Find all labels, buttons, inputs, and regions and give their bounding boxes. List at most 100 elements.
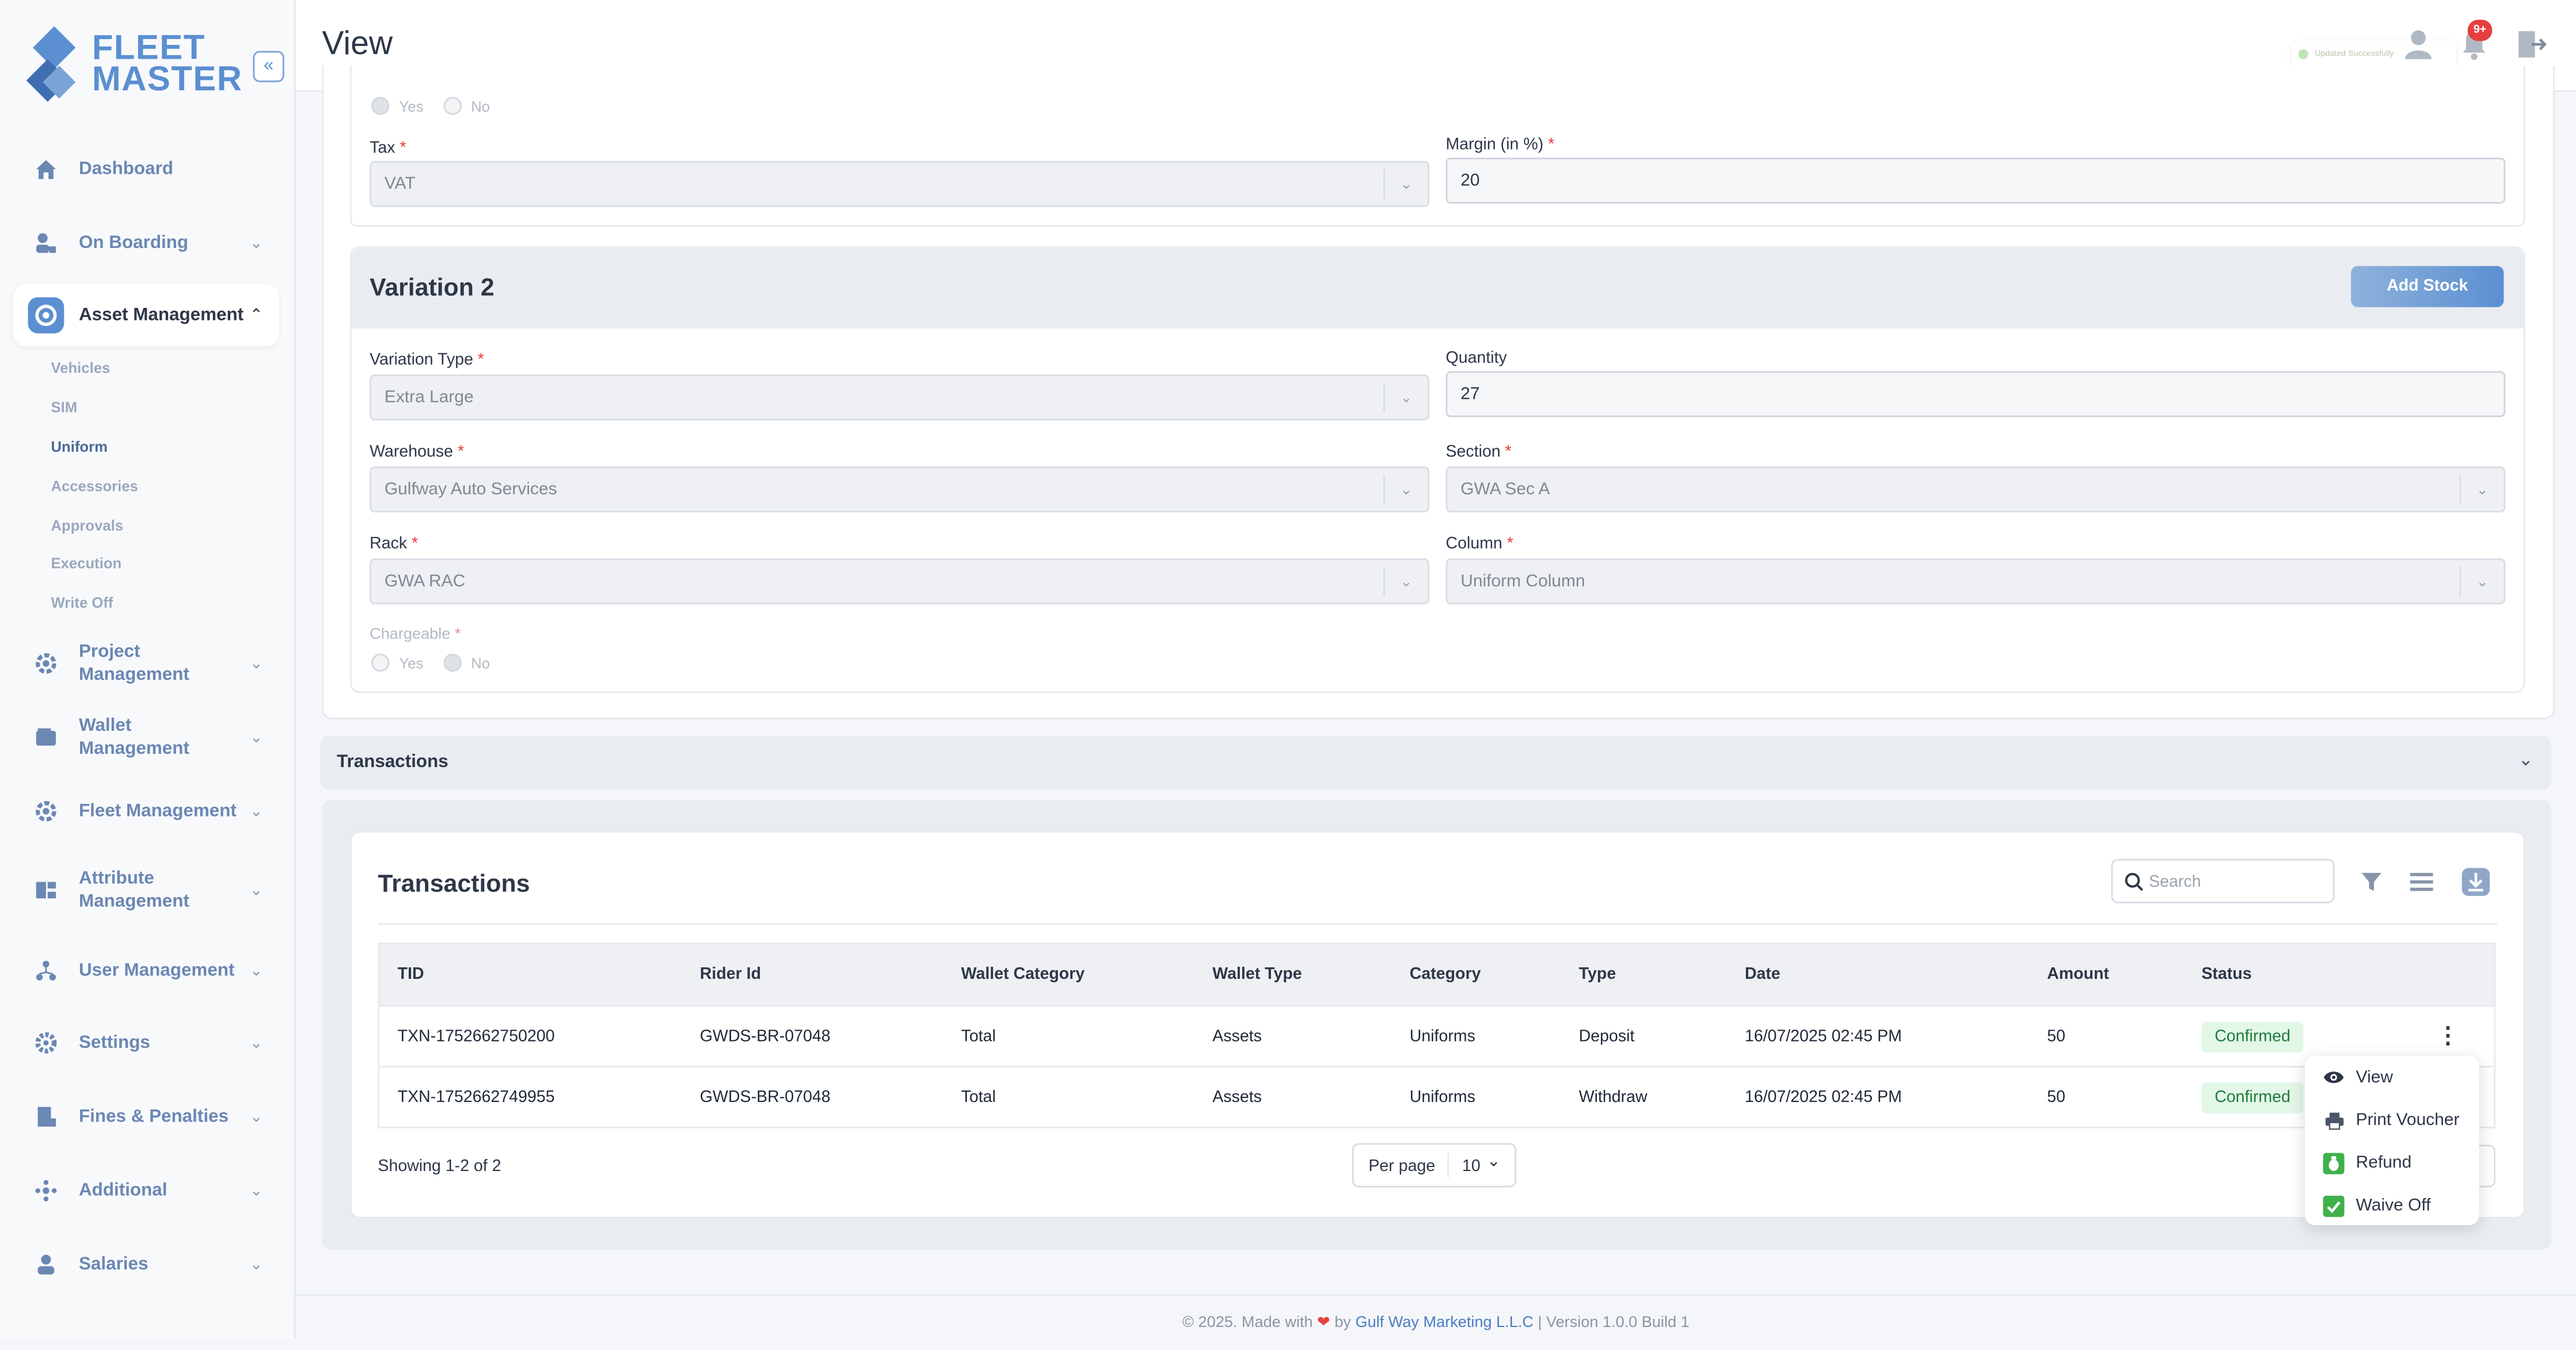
menu-item-refund[interactable]: Refund — [2323, 1148, 2412, 1177]
tax-label: Tax * — [370, 139, 406, 158]
nav-label: Salaries — [78, 1254, 149, 1275]
eye-icon — [2323, 1067, 2345, 1088]
margin-input[interactable]: 20 — [1445, 157, 2506, 204]
menu-item-view[interactable]: View — [2323, 1063, 2394, 1092]
collapse-sidebar-button[interactable]: « — [253, 51, 284, 82]
nav-dashboard[interactable]: Dashboard — [13, 138, 279, 200]
column-header-amount[interactable]: Amount — [2029, 943, 2183, 1006]
radio-no[interactable] — [443, 653, 462, 672]
variation-type-label: Variation Type * — [370, 351, 485, 370]
menu-item-waive-off[interactable]: Waive Off — [2323, 1191, 2431, 1220]
sidebar: FLEET MASTER « Dashboard On Boarding ⌄ A… — [0, 0, 296, 1339]
column-header-type[interactable]: Type — [1561, 943, 1727, 1006]
chevron-down-icon: ⌄ — [2459, 474, 2503, 505]
page-title: View — [322, 26, 393, 63]
per-page-selector[interactable]: Per page 10 ⌄ — [1352, 1143, 1517, 1188]
column-header-tid[interactable]: TID — [378, 943, 682, 1006]
chevron-down-icon: ⌄ — [249, 1181, 264, 1200]
more-vertical-icon[interactable]: ⋮ — [2436, 1023, 2459, 1046]
table-row[interactable]: TXN-1752662750200 GWDS-BR-07048 Total As… — [378, 1005, 2495, 1067]
transactions-accordion-title: Transactions — [337, 752, 448, 772]
cell-category: Uniforms — [1391, 1066, 1561, 1128]
nav-project-management[interactable]: Project Management ⌄ — [13, 632, 279, 695]
section-select[interactable]: GWA Sec A ⌄ — [1445, 466, 2506, 513]
chevron-down-icon: ⌄ — [2459, 566, 2503, 597]
search-icon — [2125, 872, 2144, 891]
nav-user-management[interactable]: User Management ⌄ — [13, 939, 279, 1001]
cell-amount: 50 — [2029, 1066, 2183, 1128]
onboarding-icon — [31, 228, 60, 258]
variation-2-title: Variation 2 — [370, 274, 494, 303]
download-icon[interactable] — [2461, 867, 2490, 897]
column-header-wallet-category[interactable]: Wallet Category — [943, 943, 1194, 1006]
nav-asset-management[interactable]: Asset Management ⌃ — [13, 284, 280, 347]
user-mgmt-icon — [31, 956, 60, 985]
sub-item-execution[interactable]: Execution — [51, 555, 121, 572]
logo[interactable]: FLEET MASTER — [26, 26, 257, 105]
chevron-up-icon: ⌃ — [249, 306, 264, 325]
nav-wallet-management[interactable]: Wallet Management ⌄ — [13, 706, 279, 768]
radio-no[interactable] — [443, 97, 462, 115]
tax-select[interactable]: VAT ⌄ — [370, 161, 1429, 207]
sub-item-accessories[interactable]: Accessories — [51, 478, 138, 495]
chevron-down-icon: ⌄ — [249, 1034, 264, 1052]
column-header-rider-id[interactable]: Rider Id — [682, 943, 943, 1006]
company-link[interactable]: Gulf Way Marketing L.L.C — [1356, 1314, 1534, 1332]
filter-icon[interactable] — [2361, 872, 2382, 891]
column-header-wallet-type[interactable]: Wallet Type — [1194, 943, 1392, 1006]
asset-icon — [28, 297, 64, 334]
nav-additional[interactable]: Additional ⌄ — [13, 1160, 279, 1222]
rack-select[interactable]: GWA RAC ⌄ — [370, 558, 1429, 605]
table-row[interactable]: TXN-1752662749955 GWDS-BR-07048 Total As… — [378, 1066, 2495, 1128]
sub-item-vehicles[interactable]: Vehicles — [51, 360, 110, 376]
nav-fleet-management[interactable]: Fleet Management ⌄ — [13, 780, 279, 842]
sub-item-uniform[interactable]: Uniform — [51, 438, 107, 455]
nav-on-boarding[interactable]: On Boarding ⌄ — [13, 212, 279, 274]
user-icon[interactable] — [2403, 28, 2433, 61]
quantity-input[interactable]: 27 — [1445, 371, 2506, 417]
cell-category: Uniforms — [1391, 1005, 1561, 1067]
nav-attribute-management[interactable]: Attribute Management ⌄ — [13, 859, 279, 921]
fleet-icon — [31, 796, 60, 826]
logo-line-2: MASTER — [92, 60, 243, 99]
radio-yes[interactable] — [371, 653, 390, 672]
search-input[interactable]: Search — [2111, 859, 2335, 903]
variation-type-select[interactable]: Extra Large ⌄ — [370, 374, 1429, 421]
chevron-down-icon: ⌄ — [1383, 169, 1428, 199]
nav-fines-penalties[interactable]: Fines & Penalties ⌄ — [13, 1085, 279, 1147]
cell-tid: TXN-1752662749955 — [378, 1066, 682, 1128]
warehouse-select[interactable]: Gulfway Auto Services ⌄ — [370, 466, 1429, 513]
printer-icon — [2323, 1109, 2345, 1131]
column-select[interactable]: Uniform Column ⌄ — [1445, 558, 2506, 605]
nav-settings[interactable]: Settings ⌄ — [13, 1012, 279, 1074]
per-page-value: 10 — [1462, 1158, 1481, 1176]
nav-salaries[interactable]: Salaries ⌄ — [13, 1233, 279, 1295]
logout-icon[interactable] — [2517, 28, 2547, 61]
nav-label: Wallet Management — [78, 716, 189, 759]
sub-item-sim[interactable]: SIM — [51, 399, 77, 416]
transactions-accordion[interactable]: Transactions ⌄ — [320, 735, 2552, 790]
logo-mark-icon — [26, 26, 76, 102]
column-header-status[interactable]: Status — [2183, 943, 2495, 1006]
column-header-date[interactable]: Date — [1726, 943, 2029, 1006]
add-stock-button[interactable]: Add Stock — [2351, 266, 2504, 307]
waive-off-icon — [2323, 1195, 2345, 1216]
chevron-down-icon: ⌄ — [249, 234, 264, 253]
chargeable-radio-group: Yes No — [371, 653, 490, 672]
gear-icon — [31, 1028, 60, 1058]
status-badge: Confirmed — [2201, 1081, 2304, 1113]
radio-yes-label: Yes — [399, 97, 424, 115]
radio-yes[interactable] — [371, 97, 390, 115]
additional-icon — [31, 1176, 60, 1205]
sub-item-write-off[interactable]: Write Off — [51, 594, 113, 611]
column-header-category[interactable]: Category — [1391, 943, 1561, 1006]
menu-item-print-voucher[interactable]: Print Voucher — [2323, 1105, 2460, 1135]
list-icon[interactable] — [2410, 872, 2433, 891]
menu-item-label: Refund — [2356, 1153, 2412, 1173]
chevron-down-icon: ⌄ — [249, 1108, 264, 1126]
search-placeholder: Search — [2149, 874, 2201, 892]
menu-item-label: View — [2356, 1067, 2394, 1088]
per-page-label: Per page — [1368, 1158, 1436, 1176]
chevron-down-icon: ⌄ — [249, 654, 264, 673]
sub-item-approvals[interactable]: Approvals — [51, 517, 123, 534]
